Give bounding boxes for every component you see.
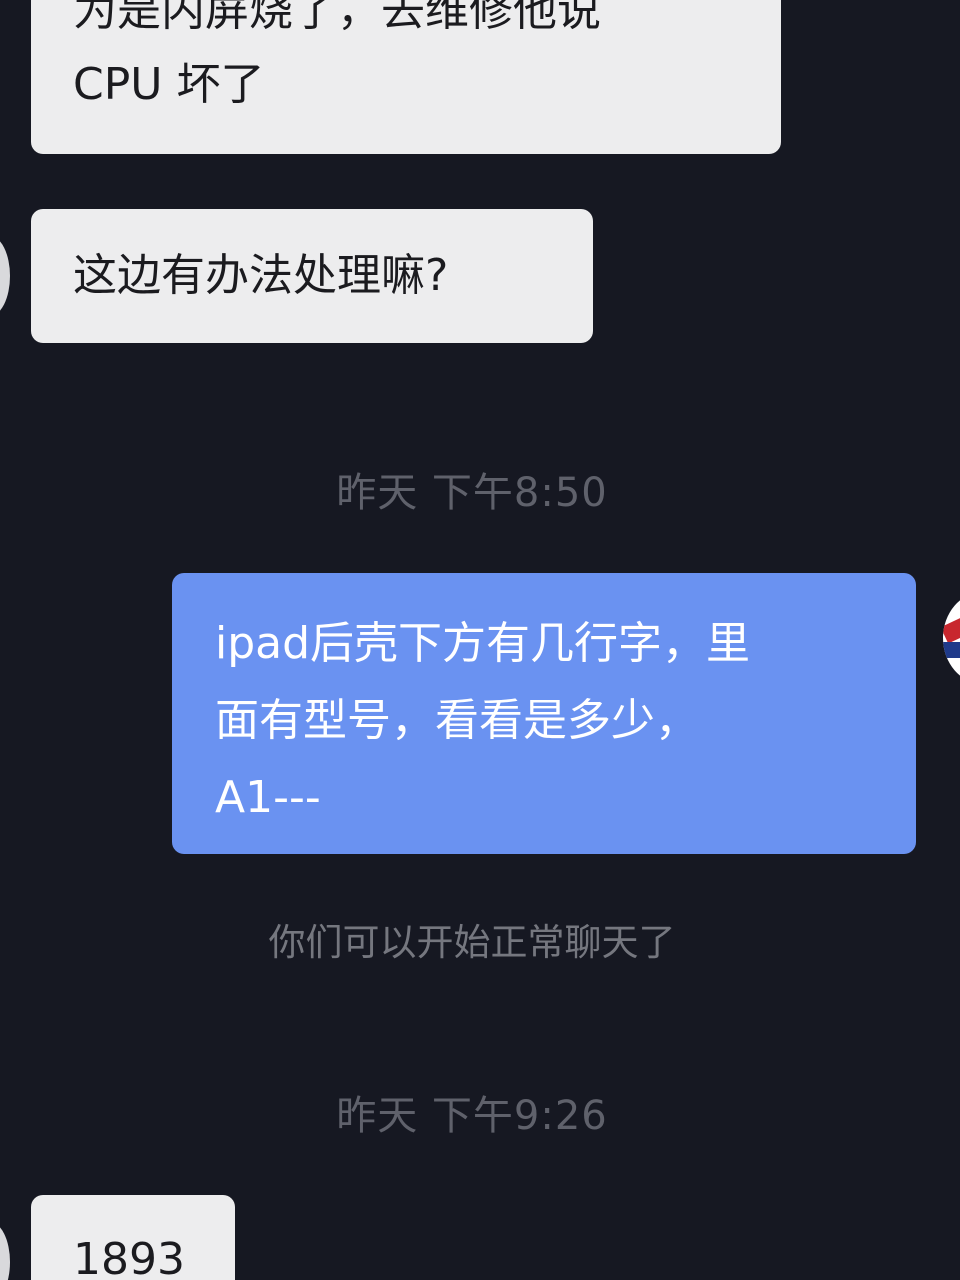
avatar-flag-blue-stripe (943, 642, 960, 658)
contact-avatar[interactable] (0, 236, 10, 316)
incoming-message-bubble[interactable]: 为是内屏烧了，去维修他说 CPU 坏了 (31, 0, 781, 154)
avatar-flag-red-stripe (943, 614, 960, 644)
user-avatar[interactable] (943, 592, 960, 684)
chat-area[interactable]: 为是内屏烧了，去维修他说 CPU 坏了 这边有办法处理嘛? 昨天 下午8:50 … (0, 0, 960, 1280)
contact-avatar[interactable] (0, 1222, 10, 1280)
message-timestamp: 昨天 下午9:26 (336, 1093, 608, 1139)
message-timestamp: 昨天 下午8:50 (336, 470, 608, 516)
incoming-message-bubble[interactable]: 1893 (31, 1195, 235, 1280)
system-notice: 你们可以开始正常聊天了 (268, 921, 676, 964)
outgoing-message-bubble[interactable]: ipad后壳下方有几行字，里 面有型号，看看是多少， A1--- (172, 573, 916, 854)
incoming-message-bubble[interactable]: 这边有办法处理嘛? (31, 209, 593, 343)
